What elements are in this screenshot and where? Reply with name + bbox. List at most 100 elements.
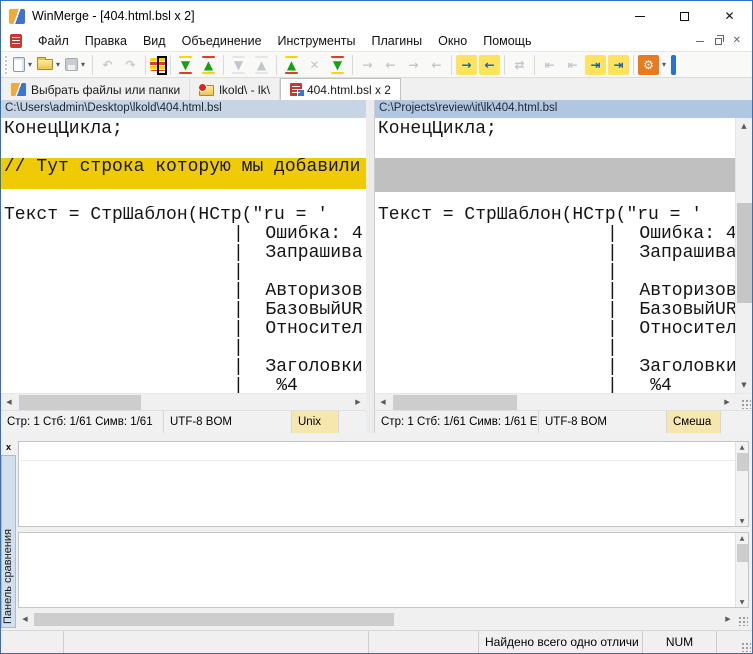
diff-to-right-button[interactable]: →	[356, 53, 379, 77]
help-button[interactable]	[670, 53, 677, 77]
plugins-button[interactable]: ⚙▾	[637, 53, 670, 77]
scroll-up-icon[interactable]: ▲	[736, 118, 752, 134]
menu-item-7[interactable]: Окно	[430, 32, 475, 50]
glyph: ⇄	[514, 59, 524, 71]
copy-right-and-advance-button[interactable]: ⇥	[584, 53, 607, 77]
diff-pane-top-scrollbar[interactable]: ▲ ▼	[735, 442, 748, 526]
previous-conflict-button[interactable]: ▲	[250, 53, 273, 77]
right-pane-resize-corner[interactable]	[735, 393, 752, 410]
right-vscroll-thumb[interactable]	[737, 203, 752, 303]
pane-splitter[interactable]	[366, 100, 375, 433]
menu-item-2[interactable]: Правка	[77, 32, 135, 50]
scroll-down-icon[interactable]: ▼	[736, 597, 748, 607]
menu-item-8[interactable]: Помощь	[475, 32, 539, 50]
new-dropdown-arrow-icon[interactable]: ▾	[25, 60, 35, 69]
copy-to-left-button[interactable]: ←	[478, 53, 501, 77]
diff-pane-top-text[interactable]	[19, 442, 735, 526]
menu-item-1[interactable]: Файл	[30, 32, 77, 50]
minimize-button[interactable]	[617, 1, 662, 31]
scroll-down-icon[interactable]: ▼	[736, 377, 752, 393]
code-line	[375, 158, 735, 192]
code-line: | БазовыйUR	[375, 301, 735, 320]
next-conflict-button[interactable]: ▼	[227, 53, 250, 77]
document-icon[interactable]	[10, 34, 22, 48]
tab-bar: Выбрать файлы или папкиlkold\ - lk\404.h…	[1, 78, 752, 100]
current-difference-button[interactable]	[149, 53, 167, 77]
save-dropdown-arrow-icon[interactable]: ▾	[78, 60, 88, 69]
scroll-left-icon[interactable]: ◀	[375, 394, 391, 410]
close-button[interactable]: ✕	[707, 1, 752, 31]
scroll-right-icon[interactable]: ▶	[350, 394, 366, 410]
scroll-down-icon[interactable]: ▼	[736, 516, 748, 526]
maximize-button[interactable]	[662, 1, 707, 31]
left-eol-style[interactable]: Unix	[292, 411, 339, 433]
menu-item-6[interactable]: Плагины	[363, 32, 430, 50]
diff-pane-bottom-text[interactable]	[19, 533, 735, 607]
main-status-bar: Найдено всего одно отличи NUM	[1, 630, 752, 653]
diff-to-left-button[interactable]: ←	[379, 53, 402, 77]
diff-to-left-next-button[interactable]: ←	[425, 53, 448, 77]
menu-item-5[interactable]: Инструменты	[270, 32, 364, 50]
editor-right[interactable]: КонецЦикла;Текст = СтрШаблон(НСтр("ru = …	[375, 118, 735, 393]
copy-to-right-button[interactable]: →	[455, 53, 478, 77]
save-button[interactable]: ▾	[64, 53, 89, 77]
previous-difference-button[interactable]: ▲	[197, 53, 220, 77]
editor-left[interactable]: КонецЦикла;// Тут строка которую мы доба…	[1, 118, 366, 393]
copy-right-and-advance-alt-button[interactable]: ⇥	[607, 53, 630, 77]
diff-to-right-next-button[interactable]: →	[402, 53, 425, 77]
open-dropdown-arrow-icon[interactable]: ▾	[53, 60, 63, 69]
previous-conflict-icon: ▲	[251, 55, 272, 75]
undo-button[interactable]: ↶	[96, 53, 119, 77]
menu-item-3[interactable]: Вид	[135, 32, 174, 50]
code-line: |	[1, 263, 366, 282]
code-line: КонецЦикла;	[1, 120, 366, 139]
redo-button[interactable]: ↷	[119, 53, 142, 77]
toolbar-grip[interactable]	[5, 56, 7, 74]
last-difference-button[interactable]: ▼	[326, 53, 349, 77]
mdi-minimize-button[interactable]	[696, 41, 704, 42]
menu-item-4[interactable]: Объединение	[174, 32, 270, 50]
scroll-right-icon[interactable]: ▶	[721, 612, 735, 626]
left-horizontal-scrollbar[interactable]: ◀ ▶	[1, 393, 366, 410]
scroll-left-icon[interactable]: ◀	[18, 612, 32, 626]
swap-panes-button[interactable]: ⇄	[508, 53, 531, 77]
diff-pane-bottom-view[interactable]: ▲ ▼	[18, 532, 749, 608]
right-horizontal-scrollbar[interactable]: ◀ ▶	[375, 393, 735, 410]
no-difference-button[interactable]: ✕	[303, 53, 326, 77]
open-button[interactable]: ▾	[36, 53, 64, 77]
diff-pane-horizontal-scrollbar[interactable]: ◀ ▶	[18, 612, 749, 627]
diff-pane-top-view[interactable]: ▲ ▼	[18, 441, 749, 527]
diff-bottom-scroll-thumb[interactable]	[737, 544, 748, 562]
scroll-left-icon[interactable]: ◀	[1, 394, 17, 410]
right-pane-header: C:\Projects\review\it\lk\404.html.bsl	[375, 100, 752, 118]
mdi-close-button[interactable]: ✕	[733, 36, 741, 46]
scroll-up-icon[interactable]: ▲	[736, 442, 748, 452]
scroll-right-icon[interactable]: ▶	[719, 394, 735, 410]
right-vertical-scrollbar[interactable]: ▲ ▼	[735, 118, 752, 393]
redo-icon: ↷	[120, 55, 141, 75]
first-difference-button[interactable]: ▲	[280, 53, 303, 77]
right-pane: C:\Projects\review\it\lk\404.html.bsl Ко…	[375, 100, 752, 433]
right-eol-style[interactable]: Смеша	[667, 411, 721, 433]
copy-left-and-advance-button[interactable]: ⇤	[538, 53, 561, 77]
tab-3[interactable]: 404.html.bsl x 2	[280, 78, 401, 100]
window-resize-grip[interactable]	[741, 642, 751, 652]
scroll-up-icon[interactable]: ▲	[736, 533, 748, 543]
diff-pane-close-button[interactable]: x	[1, 441, 16, 455]
diff-pane-bottom-scrollbar[interactable]: ▲ ▼	[735, 533, 748, 607]
mdi-restore-button[interactable]	[715, 38, 722, 45]
right-cursor-position: Стр: 1 Стб: 1/61 Симв: 1/61 ЕО	[375, 411, 539, 433]
copy-left-and-advance-alt-button[interactable]: ⇤	[561, 53, 584, 77]
plugins-dropdown-arrow-icon[interactable]: ▾	[659, 60, 669, 69]
left-encoding[interactable]: UTF-8 BOM	[164, 411, 292, 433]
tab-2[interactable]: lkold\ - lk\	[190, 79, 280, 100]
next-difference-button[interactable]: ▼	[174, 53, 197, 77]
left-cursor-position: Стр: 1 Стб: 1/61 Симв: 1/61	[1, 411, 164, 433]
left-hscroll-thumb[interactable]	[19, 395, 141, 410]
diff-hscroll-thumb[interactable]	[34, 613, 394, 626]
diff-top-scroll-thumb[interactable]	[737, 453, 748, 471]
tab-1[interactable]: Выбрать файлы или папки	[2, 79, 190, 100]
right-hscroll-thumb[interactable]	[393, 395, 517, 410]
new-button[interactable]: ▾	[12, 53, 36, 77]
right-encoding[interactable]: UTF-8 BOM	[539, 411, 667, 433]
